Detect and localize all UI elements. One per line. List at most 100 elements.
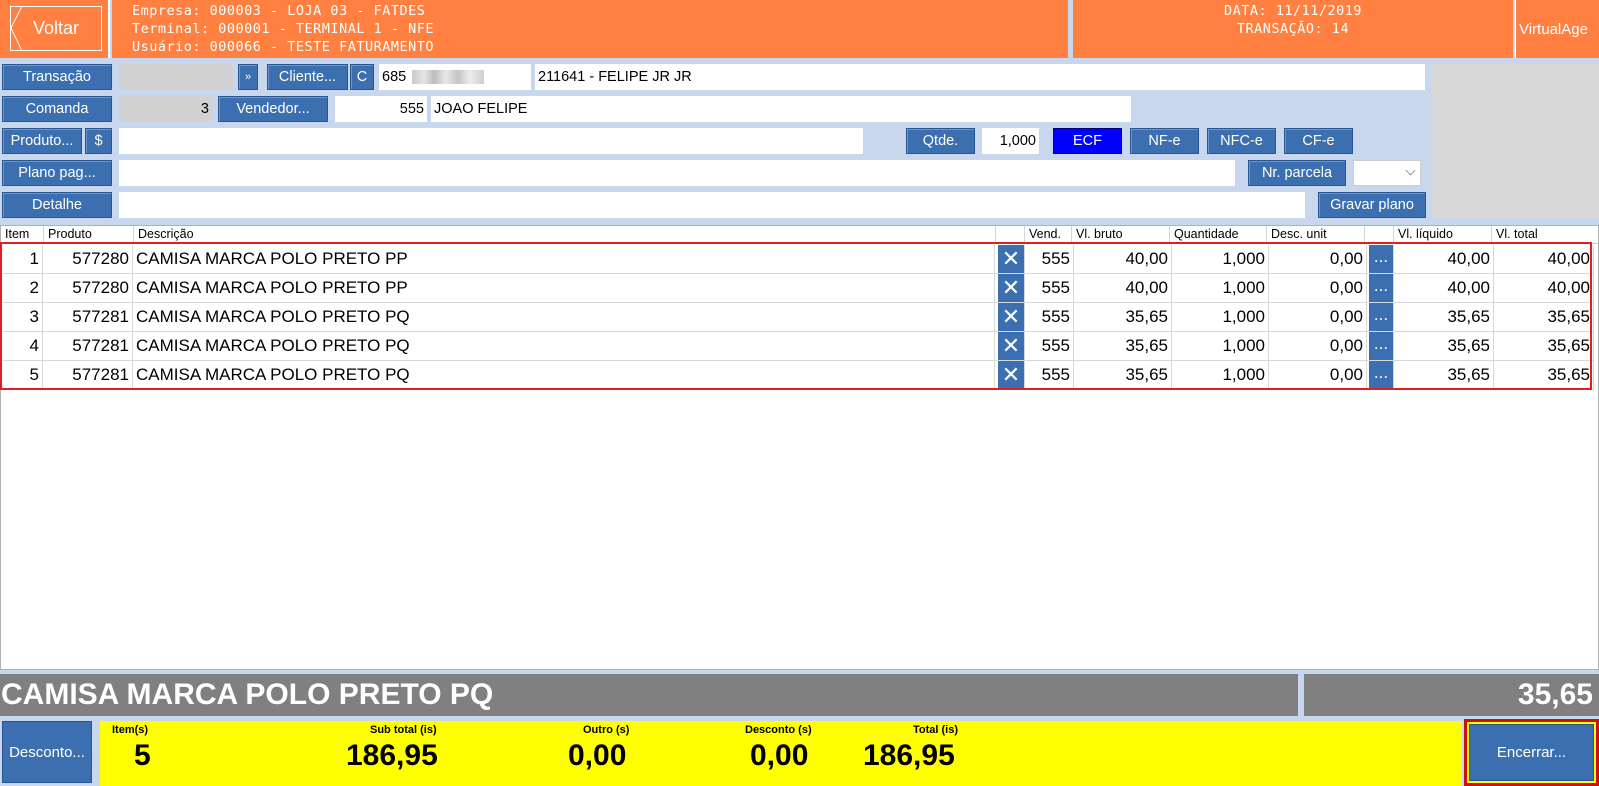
next-transacao-button[interactable]: » [238,64,258,90]
more-icon: ... [1373,334,1389,353]
edit-discount-button[interactable]: ... [1369,274,1394,302]
current-item-value: 35,65 [1304,674,1599,716]
plano-pag-button[interactable]: Plano pag... [2,160,112,186]
close-icon: ✕ [1001,304,1021,329]
close-icon: ✕ [1001,362,1021,387]
cliente-name-field[interactable]: 211641 - FELIPE JR JR [535,64,1425,90]
vendedor-button-label: Vendedor... [236,101,310,117]
desconto-label: Desconto (s) [745,724,812,736]
transacao-button[interactable]: Transação [2,64,112,90]
remove-item-button[interactable]: ✕ [998,303,1025,331]
cell-vend: 555 [1027,245,1074,273]
detalhe-field[interactable] [119,192,1305,218]
col-vl-bruto[interactable]: Vl. bruto [1072,226,1170,244]
cell-item: 3 [3,303,43,331]
ecf-button[interactable]: ECF [1053,128,1122,154]
desconto-button[interactable]: Desconto... [2,721,92,783]
cell-produto: 577281 [43,361,133,389]
table-row[interactable]: 5 577281 CAMISA MARCA POLO PRETO PQ ✕ 555 35,… [3,361,1594,390]
nfe-button[interactable]: NF-e [1130,128,1199,154]
produto-button[interactable]: Produto... [2,128,82,154]
vendedor-code-field[interactable]: 555 [335,96,427,122]
detalhe-button-label: Detalhe [32,197,82,213]
cell-vend: 555 [1027,332,1074,360]
cell-vl-bruto: 35,65 [1074,332,1172,360]
total-label: Total (is) [913,724,959,736]
price-button[interactable]: $ [85,128,112,154]
cell-item: 4 [3,332,43,360]
cell-descricao: CAMISA MARCA POLO PRETO PQ [133,332,995,360]
cell-quantidade: 1,000 [1172,332,1269,360]
edit-discount-button[interactable]: ... [1369,303,1394,331]
total-value: 186,95 [863,739,955,772]
comanda-field[interactable]: 3 [119,96,212,122]
col-produto[interactable]: Produto [44,226,134,244]
transacao-field[interactable] [119,64,233,90]
col-remove [996,226,1025,244]
back-button[interactable]: Voltar [10,6,102,51]
table-row[interactable]: 1 577280 CAMISA MARCA POLO PRETO PP ✕ 555 40,… [3,245,1594,274]
detalhe-button[interactable]: Detalhe [2,192,112,218]
col-vl-liquido[interactable]: Vl. líquido [1394,226,1492,244]
produto-field[interactable] [119,128,863,154]
edit-discount-button[interactable]: ... [1369,361,1394,389]
encerrar-button-label: Encerrar... [1496,744,1567,761]
brand-button[interactable]: VirtualAge [1515,0,1599,58]
c-button-label: C [356,69,368,85]
remove-item-button[interactable]: ✕ [998,245,1025,273]
col-descricao[interactable]: Descrição [134,226,996,244]
table-row[interactable]: 2 577280 CAMISA MARCA POLO PRETO PP ✕ 555 40,… [3,274,1594,303]
cell-produto: 577281 [43,332,133,360]
col-quantidade[interactable]: Quantidade [1170,226,1267,244]
current-item-description: CAMISA MARCA POLO PRETO PQ [0,674,1298,716]
cell-descricao: CAMISA MARCA POLO PRETO PP [133,274,995,302]
cliente-c-button[interactable]: C [350,64,374,90]
edit-discount-button[interactable]: ... [1369,332,1394,360]
encerrar-button[interactable]: Encerrar... [1469,724,1594,781]
col-desc-unit[interactable]: Desc. unit [1267,226,1365,244]
cliente-button[interactable]: Cliente... [267,64,348,90]
cell-vend: 555 [1027,274,1074,302]
header-date: DATA: 11/11/2019 TRANSAÇÃO: 14 [1073,0,1513,58]
cell-item: 5 [3,361,43,389]
edit-discount-button[interactable]: ... [1369,245,1394,273]
cfe-button[interactable]: CF-e [1284,128,1353,154]
outro-value: 0,00 [568,739,627,772]
remove-item-button[interactable]: ✕ [998,361,1025,389]
comanda-button[interactable]: Comanda [2,96,112,122]
cell-vl-bruto: 35,65 [1074,303,1172,331]
brand-label: VirtualAge [1519,20,1588,38]
cell-vl-bruto: 40,00 [1074,274,1172,302]
remove-item-button[interactable]: ✕ [998,274,1025,302]
gravar-plano-button[interactable]: Gravar plano [1318,192,1426,218]
cell-item: 1 [3,245,43,273]
vendedor-name-field[interactable]: JOAO FELIPE [431,96,1131,122]
desconto-button-label: Desconto... [9,743,85,761]
back-button-label: Voltar [32,18,80,38]
plano-field[interactable] [119,160,1235,186]
subtotal-label: Sub total (is) [370,724,437,736]
side-panel [1432,64,1599,218]
outro-label: Outro (s) [583,724,630,736]
cliente-code-field[interactable]: 685 [379,64,531,90]
itens-value: 5 [134,739,151,772]
table-row[interactable]: 3 577281 CAMISA MARCA POLO PRETO PQ ✕ 555 35,… [3,303,1594,332]
col-vend[interactable]: Vend. [1025,226,1072,244]
col-vl-total[interactable]: Vl. total [1492,226,1597,244]
transacao-button-label: Transação [23,69,91,85]
nfce-button[interactable]: NFC-e [1207,128,1276,154]
col-item[interactable]: Item [1,226,44,244]
cell-vl-liquido: 40,00 [1396,245,1494,273]
cell-produto: 577281 [43,303,133,331]
cell-vl-total: 35,65 [1494,332,1594,360]
qtde-button[interactable]: Qtde. [906,128,975,154]
table-row[interactable]: 4 577281 CAMISA MARCA POLO PRETO PQ ✕ 555 35,… [3,332,1594,361]
nr-parcela-button[interactable]: Nr. parcela [1248,160,1346,186]
vendedor-button[interactable]: Vendedor... [218,96,328,122]
itens-total: Item(s) 5 [100,721,170,786]
remove-item-button[interactable]: ✕ [998,332,1025,360]
cell-vl-bruto: 35,65 [1074,361,1172,389]
qtde-field[interactable]: 1,000 [982,128,1039,154]
nr-parcela-select[interactable] [1353,160,1421,186]
ecf-button-label: ECF [1073,133,1102,149]
